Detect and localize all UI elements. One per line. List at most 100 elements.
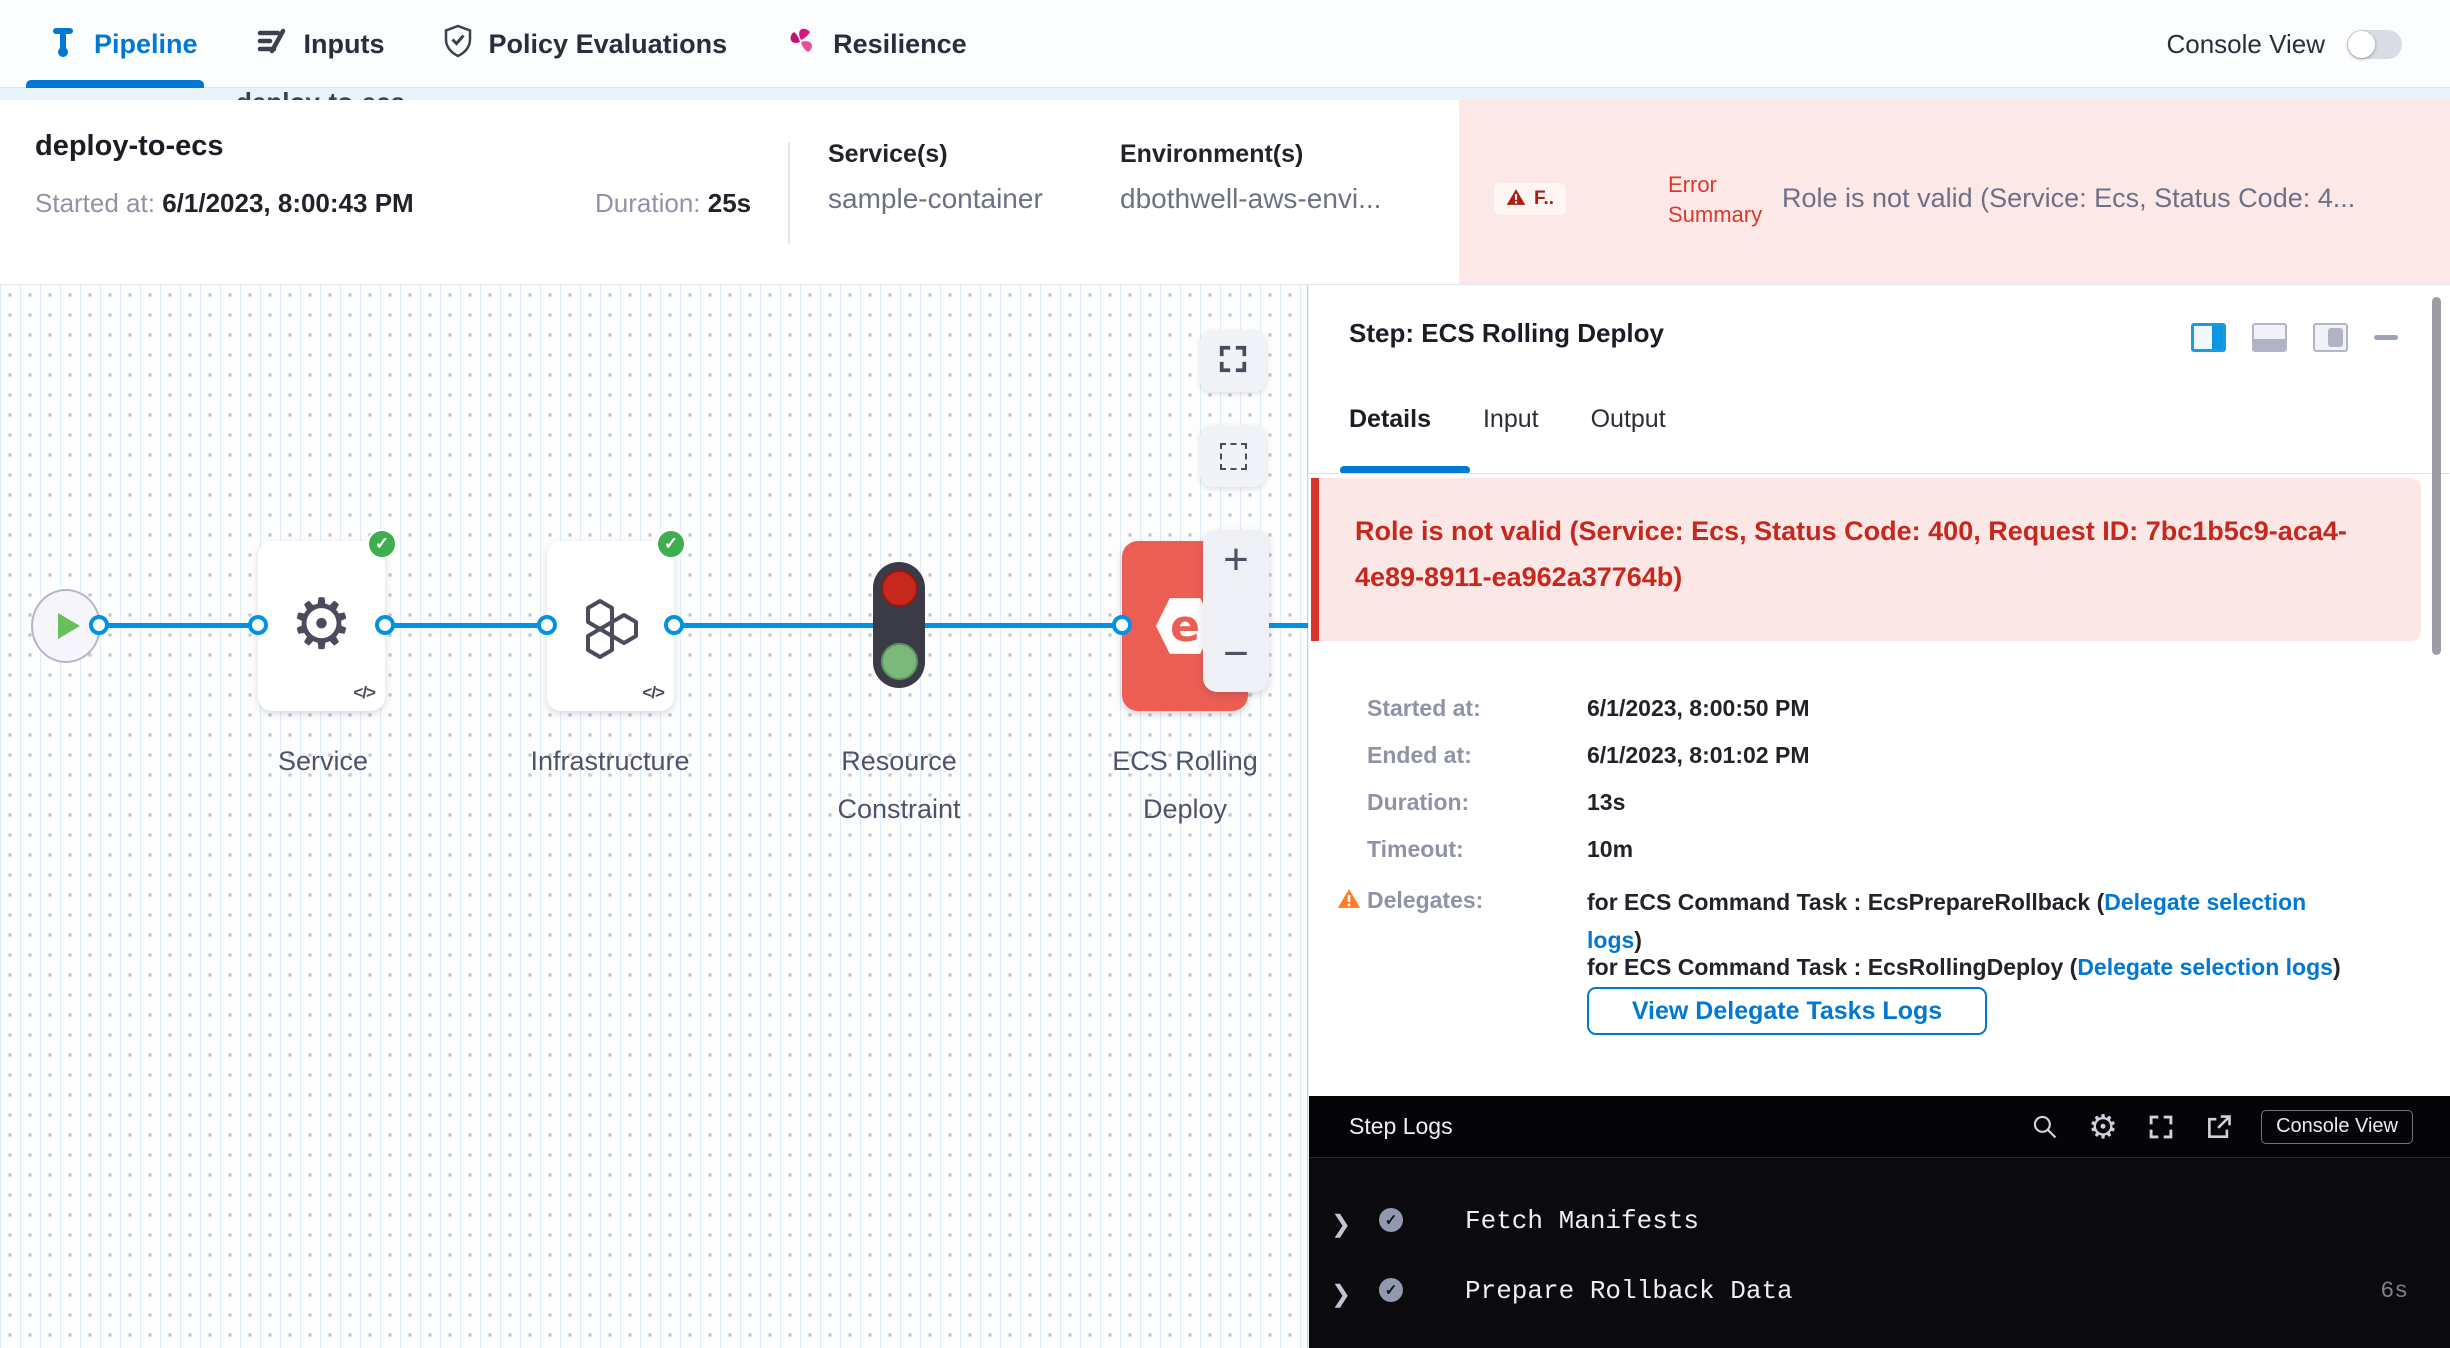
success-check-icon: ✓ [656,529,686,559]
traffic-light-red [881,570,918,607]
delegate-selection-logs-link[interactable]: Delegate selection [2104,889,2306,915]
port-infra-out [664,615,684,635]
tab-output[interactable]: Output [1591,405,1666,434]
port-ecs-in [1112,615,1132,635]
started-at: Started at: 6/1/2023, 8:00:43 PM [35,188,414,219]
log-section-row[interactable]: ❯ ✓ Fetch Manifests [1309,1202,2450,1252]
open-in-new-icon[interactable] [2203,1111,2235,1143]
detail-row-duration: Duration: 13s [1367,789,1469,816]
step-logs-header: Step Logs ⚙ Console View [1309,1096,2450,1157]
nav-tab-label: Pipeline [94,29,198,60]
nav-tab-label: Inputs [304,29,385,60]
node-service[interactable]: ✓ ⚙ </> [258,541,385,711]
tab-input[interactable]: Input [1483,405,1539,434]
success-check-icon: ✓ [367,529,397,559]
canvas-fullscreen-button[interactable] [1200,330,1266,392]
error-summary-label: Error Summary [1668,170,1782,230]
tab-inputs[interactable]: Inputs [256,25,385,64]
traffic-light-green [881,643,918,680]
nav-right: Console View [2166,0,2402,88]
tabs-divider [1309,473,2450,474]
detail-row-delegates: Delegates: [1367,887,1483,914]
shield-check-icon [443,24,473,65]
resilience-chaos-icon [785,25,817,64]
delegate-entry-2: for ECS Command Task : EcsRollingDeploy … [1587,948,2450,986]
log-settings-gear-icon[interactable]: ⚙ [2087,1111,2119,1143]
minimize-panel-icon[interactable] [2374,335,2398,340]
layout-bottom-view-icon[interactable] [2252,323,2287,352]
node-resource-constraint[interactable] [873,562,925,688]
layout-split-view-icon[interactable] [2191,323,2226,352]
node-service-label: Service [228,737,418,785]
gear-icon: ⚙ [258,589,385,659]
nav-tabs: Pipeline Inputs Policy Evaluations [48,0,967,88]
detail-row-timeout: Timeout: 10m [1367,836,1464,863]
chevron-right-icon[interactable]: ❯ [1331,1280,1351,1309]
pipeline-execution-page: Pipeline Inputs Policy Evaluations [0,0,2450,1348]
console-view-toggle[interactable] [2347,30,2402,59]
chevron-right-icon[interactable]: ❯ [1331,1210,1351,1239]
execution-header: deploy-to-ecs Started at: 6/1/2023, 8:00… [0,100,2450,285]
pipeline-icon [48,24,78,65]
node-resource-constraint-label: Resource Constraint [789,737,1009,833]
console-view-label: Console View [2166,29,2325,60]
step-error-message: Role is not valid (Service: Ecs, Status … [1311,478,2421,641]
error-summary-band: F.. Error Summary Role is not valid (Ser… [1459,100,2450,284]
pipeline-name: deploy-to-ecs [35,130,224,163]
failed-status-badge[interactable]: F.. [1494,183,1566,215]
started-value: 6/1/2023, 8:00:43 PM [162,188,414,218]
search-icon[interactable] [2029,1111,2061,1143]
layout-right-view-icon[interactable] [2313,323,2348,352]
duration-label: Duration: [595,188,701,218]
step-panel-title: Step: ECS Rolling Deploy [1349,318,1664,349]
warning-triangle-icon [1337,888,1361,915]
tab-resilience[interactable]: Resilience [785,25,967,64]
code-badge-icon: </> [353,683,375,703]
pipeline-canvas[interactable]: ✓ ⚙ </> Service ✓ </> Infrastructure Res… [0,285,1308,1348]
panel-layout-icons [2191,323,2398,352]
view-delegate-tasks-logs-button[interactable]: View Delegate Tasks Logs [1587,987,1987,1035]
log-fullscreen-icon[interactable] [2145,1111,2177,1143]
nav-tab-label: Resilience [833,29,967,60]
step-tabs: Details Input Output [1349,405,1666,434]
error-summary-text: Role is not valid (Service: Ecs, Status … [1782,183,2442,214]
status-badge-text: F.. [1534,188,1554,210]
logs-console-view-button[interactable]: Console View [2261,1110,2413,1144]
environments-label: Environment(s) [1120,140,1381,169]
services-label: Service(s) [828,140,1043,169]
duration: Duration: 25s [595,188,751,219]
step-logs-body: ❯ ✓ Fetch Manifests ❯ ✓ Prepare Rollback… [1309,1157,2450,1348]
scrolled-content-strip: deploy-to-ecs [0,88,2450,100]
duration-value: 25s [708,188,751,218]
zoom-out-button[interactable]: − [1223,630,1249,678]
log-success-check-icon: ✓ [1379,1278,1403,1302]
node-infrastructure-label: Infrastructure [505,737,715,785]
hexagons-icon [547,597,674,668]
tab-details[interactable]: Details [1349,405,1431,434]
error-triangle-icon [1506,188,1526,211]
port-start-out [89,615,109,635]
services-block: Service(s) sample-container [828,140,1043,215]
play-icon [58,613,80,639]
code-badge-icon: </> [642,683,664,703]
port-infra-in [537,615,557,635]
top-nav: Pipeline Inputs Policy Evaluations [0,0,2450,88]
log-section-row[interactable]: ❯ ✓ Prepare Rollback Data 6s [1309,1272,2450,1322]
tab-pipeline[interactable]: Pipeline [48,24,198,65]
tab-policy-evaluations[interactable]: Policy Evaluations [443,24,728,65]
step-logs-title: Step Logs [1349,1113,1453,1140]
node-infrastructure[interactable]: ✓ </> [547,541,674,711]
canvas-select-button[interactable] [1200,425,1266,487]
log-success-check-icon: ✓ [1379,1208,1403,1232]
environments-block: Environment(s) dbothwell-aws-envi... [1120,140,1381,215]
canvas-zoom-controls: + − [1203,530,1269,692]
detail-row-started: Started at: 6/1/2023, 8:00:50 PM [1367,695,1481,722]
toggle-knob [2348,31,2375,58]
nav-tab-label: Policy Evaluations [489,29,728,60]
fullscreen-icon [1217,343,1249,380]
marquee-select-icon [1220,443,1247,470]
header-divider [788,142,790,244]
panel-scrollbar-thumb[interactable] [2432,297,2441,655]
delegate-selection-logs-link[interactable]: Delegate selection logs [2077,954,2333,980]
zoom-in-button[interactable]: + [1223,536,1249,584]
